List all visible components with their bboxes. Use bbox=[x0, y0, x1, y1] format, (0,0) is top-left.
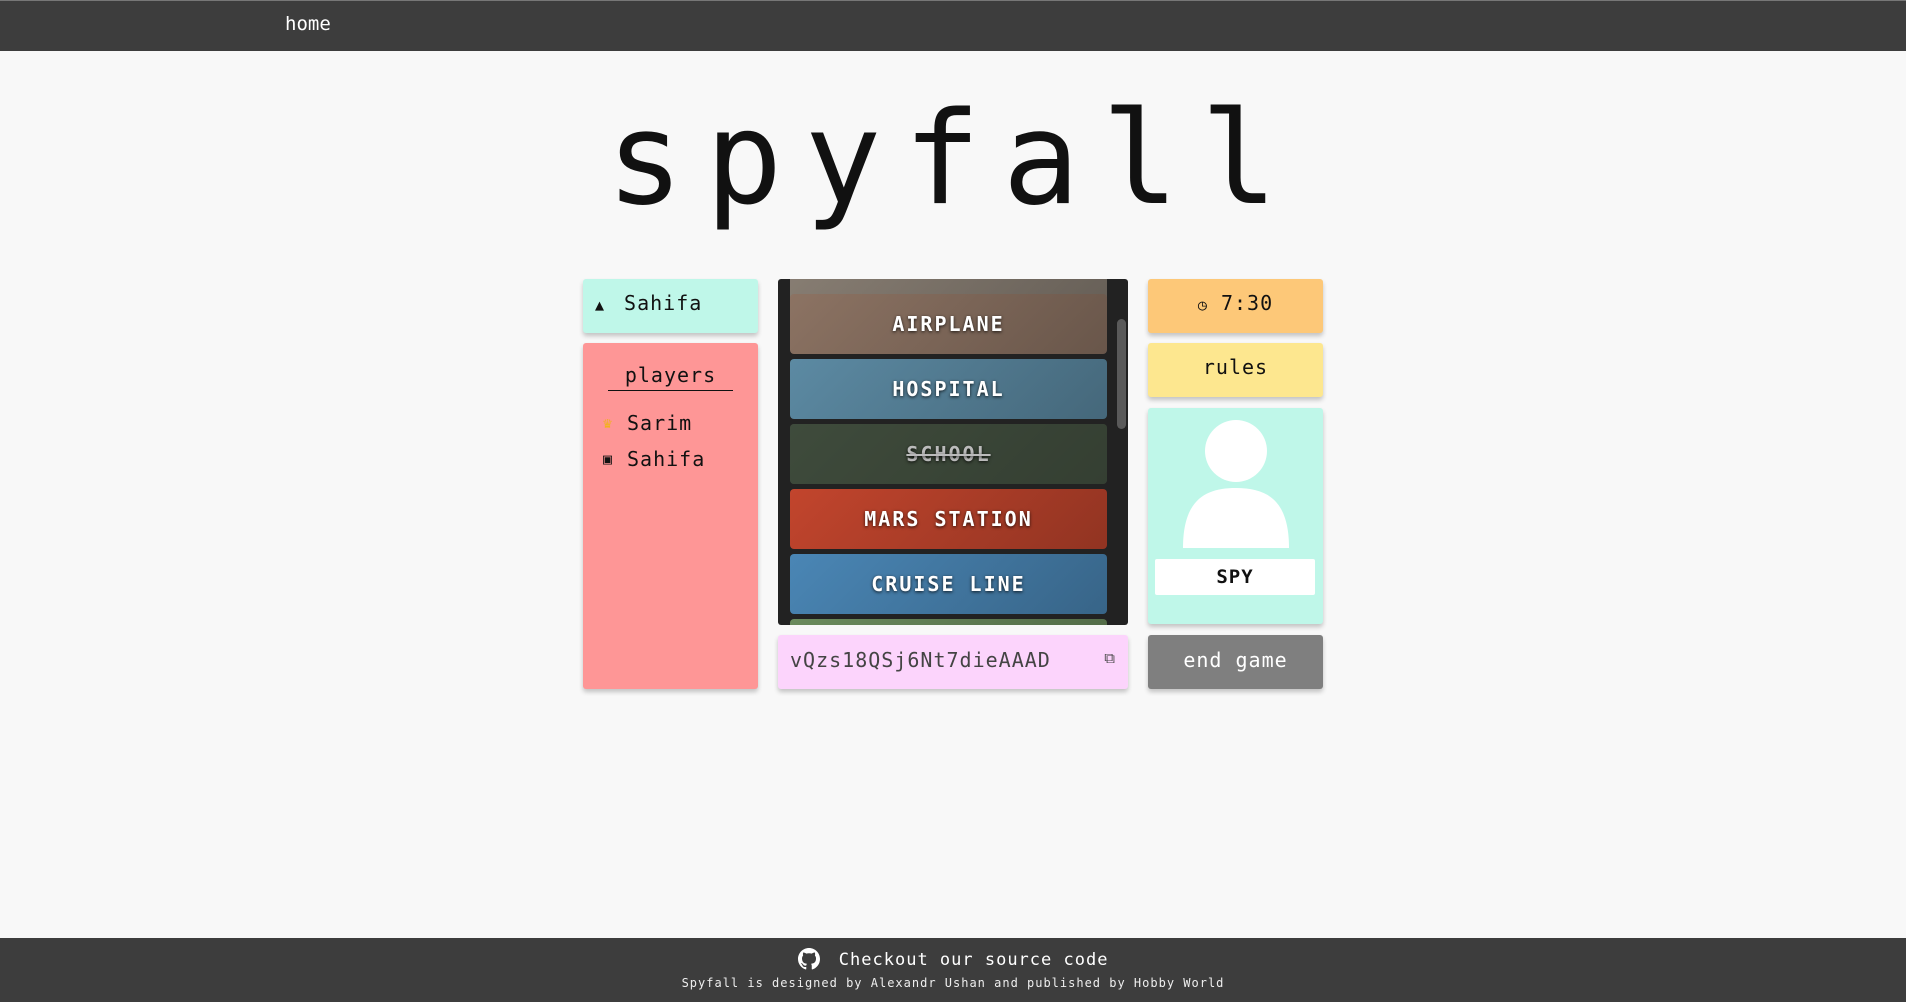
role-card: SPY bbox=[1148, 408, 1323, 624]
location-name: MARS STATION bbox=[864, 507, 1033, 531]
players-heading: players bbox=[608, 363, 733, 391]
location-name: SCHOOL bbox=[906, 442, 991, 466]
player-item: ♛ Sarim bbox=[603, 405, 758, 441]
location-card-hospital[interactable]: HOSPITAL bbox=[790, 359, 1107, 419]
page-title: spyfall bbox=[606, 85, 1300, 234]
locations-scrollbar[interactable] bbox=[1117, 319, 1126, 429]
location-card-school[interactable]: SCHOOL bbox=[790, 424, 1107, 484]
timer-value: 7:30 bbox=[1220, 291, 1274, 315]
location-name: AIRPLANE bbox=[892, 312, 1005, 336]
footer: Checkout our source code Spyfall is desi… bbox=[0, 938, 1906, 1002]
credit-text: Spyfall is designed by Alexandr Ushan an… bbox=[681, 976, 1225, 990]
player-name: Sahifa bbox=[627, 447, 706, 471]
copy-icon[interactable]: ⧉ bbox=[1104, 649, 1116, 667]
location-card-cruise-line[interactable]: CRUISE LINE bbox=[790, 554, 1107, 614]
end-game-button[interactable]: end game bbox=[1148, 635, 1323, 689]
location-card[interactable] bbox=[790, 619, 1107, 625]
players-list: ♛ Sarim ▣ Sahifa bbox=[583, 405, 758, 477]
source-code-text: Checkout our source code bbox=[838, 950, 1109, 970]
player-item: ▣ Sahifa bbox=[603, 441, 758, 477]
location-name: CRUISE LINE bbox=[871, 572, 1026, 596]
source-code-link[interactable]: Checkout our source code bbox=[0, 948, 1906, 970]
gamepad-icon: ▣ bbox=[603, 450, 614, 468]
room-code-box: vQzs18QSj6Nt7dieAAAD ⧉ bbox=[778, 635, 1128, 689]
home-link[interactable]: home bbox=[285, 13, 331, 35]
user-avatar-icon bbox=[1183, 420, 1289, 548]
top-nav-bar: home bbox=[0, 0, 1906, 51]
locations-list[interactable]: AIRPLANE HOSPITAL SCHOOL MARS STATION CR… bbox=[778, 279, 1128, 625]
timer-display: ◷ 7:30 bbox=[1148, 279, 1323, 333]
location-card-airplane[interactable]: AIRPLANE bbox=[790, 294, 1107, 354]
location-card-mars-station[interactable]: MARS STATION bbox=[790, 489, 1107, 549]
crown-icon: ♛ bbox=[603, 414, 614, 432]
players-panel: players ♛ Sarim ▣ Sahifa bbox=[583, 343, 758, 689]
room-code: vQzs18QSj6Nt7dieAAAD bbox=[790, 648, 1051, 672]
location-name: HOSPITAL bbox=[892, 377, 1005, 401]
clock-icon: ◷ bbox=[1197, 296, 1208, 314]
player-name: Sarim bbox=[627, 411, 693, 435]
current-player-card: ▲ Sahifa bbox=[583, 279, 758, 333]
rules-button[interactable]: rules bbox=[1148, 343, 1323, 397]
current-player-name: Sahifa bbox=[624, 291, 703, 315]
poop-icon: ▲ bbox=[595, 296, 606, 314]
role-label: SPY bbox=[1155, 559, 1315, 595]
github-icon bbox=[797, 948, 820, 970]
